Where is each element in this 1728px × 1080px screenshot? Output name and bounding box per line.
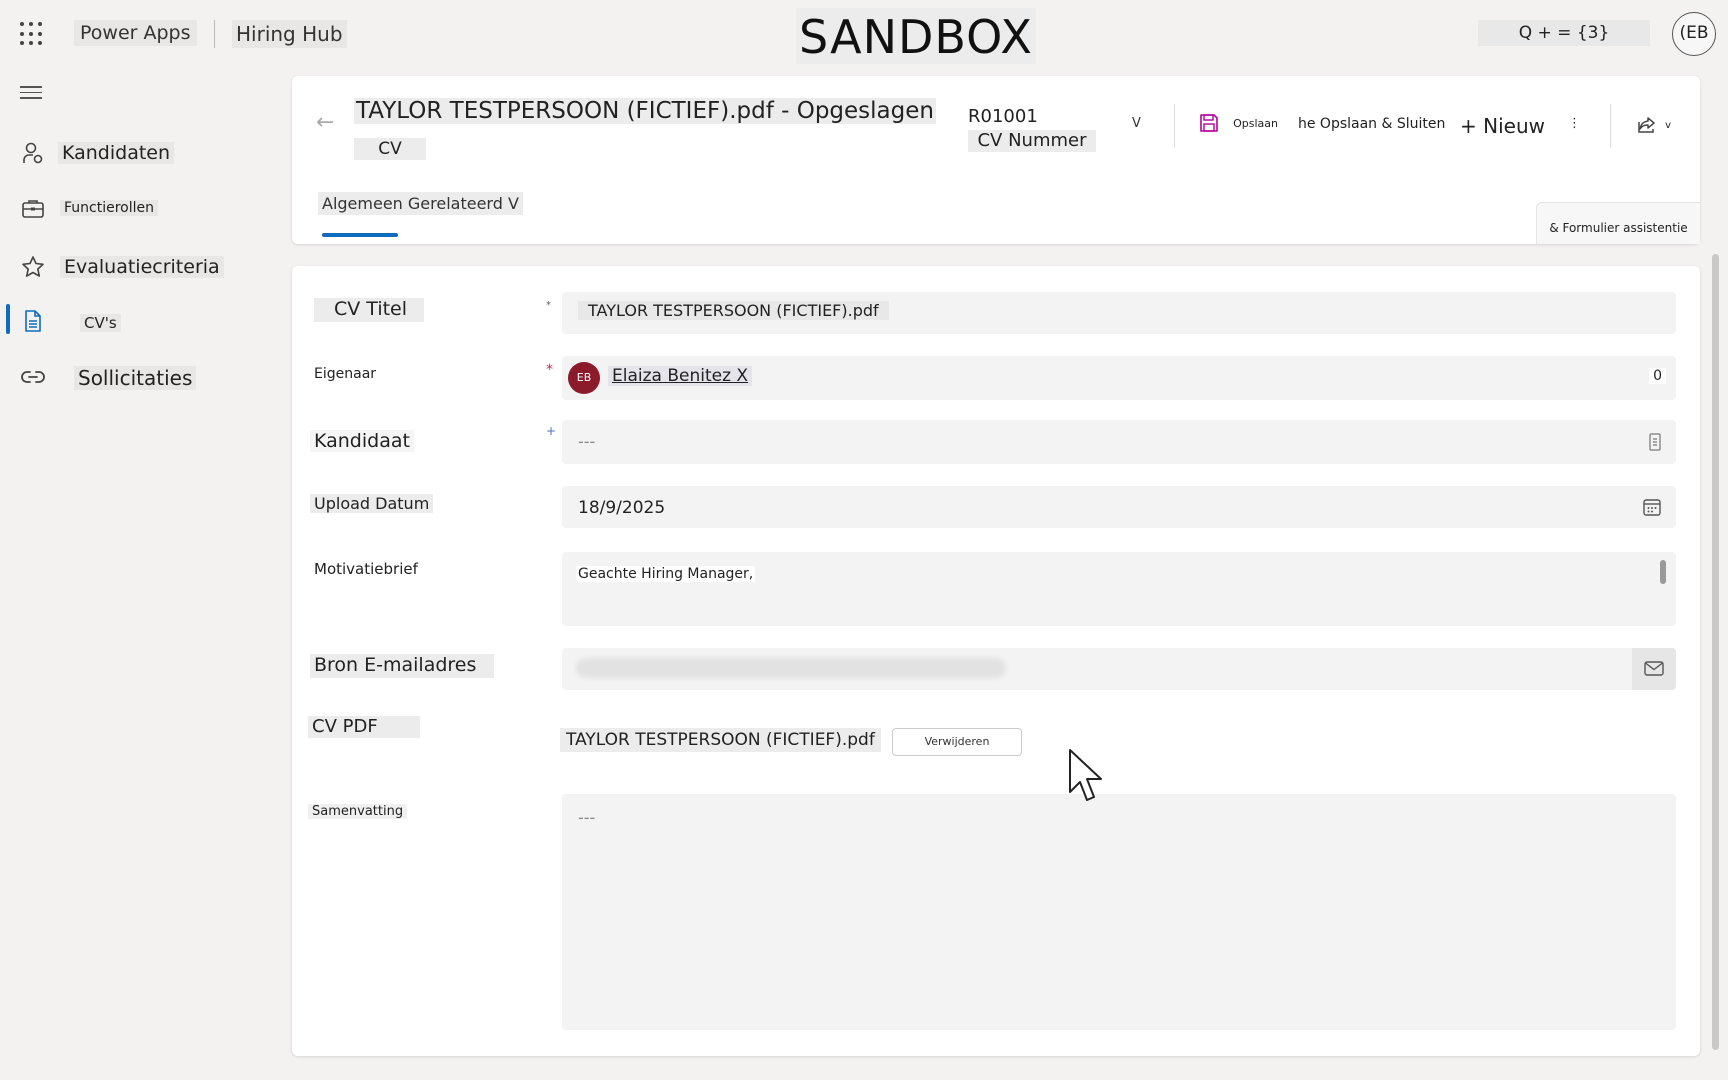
- summary-placeholder: ---: [578, 808, 596, 827]
- required-mark: +: [546, 424, 557, 438]
- summary-textarea[interactable]: ---: [562, 794, 1676, 1030]
- mail-icon: [1644, 661, 1664, 676]
- candidate-lookup[interactable]: ---: [562, 420, 1676, 464]
- lookup-icon[interactable]: [1646, 432, 1664, 452]
- textarea-scrollbar[interactable]: [1660, 560, 1666, 584]
- hub-name[interactable]: Hiring Hub: [232, 20, 347, 48]
- record-title: TAYLOR TESTPERSOON (FICTIEF).pdf - Opges…: [354, 98, 936, 124]
- sidebar-item-cvs[interactable]: CV's: [0, 302, 280, 342]
- owner-count: 0: [1649, 368, 1666, 384]
- candidate-placeholder: ---: [578, 432, 596, 451]
- mouse-cursor-icon: [1069, 749, 1102, 801]
- page-scrollbar[interactable]: [1712, 254, 1719, 1050]
- sidebar-item-label: Evaluatiecriteria: [60, 256, 224, 278]
- owner-label: Eigenaar: [314, 366, 377, 382]
- active-tab-indicator: [322, 233, 398, 237]
- tab-algemeen[interactable]: Algemeen Gerelateerd V: [318, 192, 523, 215]
- briefcase-icon: [22, 200, 44, 218]
- upload-date-label: Upload Datum: [310, 494, 434, 513]
- motivation-label: Motivatiebrief: [314, 560, 418, 578]
- motivation-value: Geachte Hiring Manager,: [576, 566, 756, 582]
- link-icon: [21, 371, 45, 383]
- sidebar-item-evaluatiecriteria[interactable]: Evaluatiecriteria: [0, 248, 280, 288]
- header-expand-chevron[interactable]: V: [1132, 116, 1141, 131]
- cv-title-field[interactable]: TAYLOR TESTPERSOON (FICTIEF).pdf: [562, 292, 1676, 334]
- save-and-close-button[interactable]: he Opslaan & Sluiten: [1298, 116, 1445, 132]
- form-assist-button[interactable]: & Formulier assistentie: [1536, 202, 1700, 244]
- send-email-button[interactable]: [1632, 648, 1676, 690]
- source-email-label: Bron E-mailadres: [310, 654, 494, 678]
- new-button[interactable]: + Nieuw: [1460, 114, 1545, 138]
- save-button[interactable]: Opslaan: [1198, 112, 1278, 134]
- save-label: Opslaan: [1233, 116, 1278, 130]
- sidebar-item-sollicitaties[interactable]: Sollicitaties: [0, 358, 280, 398]
- toolbar-divider: [1174, 104, 1175, 148]
- top-bar: Power Apps Hiring Hub SANDBOX Q + = {3} …: [0, 0, 1728, 68]
- form-card: CV Titel * TAYLOR TESTPERSOON (FICTIEF).…: [292, 266, 1700, 1056]
- cv-title-label: CV Titel: [314, 298, 424, 322]
- app-launcher-icon[interactable]: [20, 22, 44, 46]
- sidebar-item-functierollen[interactable]: Functierollen: [0, 190, 280, 230]
- record-id-label: CV Nummer: [968, 130, 1096, 152]
- document-icon: [25, 310, 41, 332]
- owner-avatar: EB: [568, 362, 600, 394]
- hamburger-menu-icon[interactable]: [20, 86, 42, 100]
- topbar-divider: [214, 20, 215, 48]
- source-email-field[interactable]: [562, 648, 1676, 690]
- share-chevron: v: [1665, 119, 1672, 131]
- form-assist-label: & Formulier assistentie: [1549, 221, 1688, 235]
- more-commands-icon[interactable]: ⋮: [1568, 116, 1581, 131]
- calendar-icon[interactable]: [1642, 497, 1662, 517]
- app-name[interactable]: Power Apps: [74, 20, 197, 46]
- share-button[interactable]: v: [1636, 114, 1671, 136]
- required-mark: *: [546, 300, 551, 311]
- owner-name-link[interactable]: Elaiza Benitez X: [608, 366, 753, 386]
- record-id: R01001: [968, 106, 1038, 127]
- sidebar-item-label: Kandidaten: [58, 142, 175, 164]
- record-entity: CV: [354, 138, 426, 160]
- user-avatar[interactable]: (EB: [1672, 12, 1716, 56]
- back-arrow-icon[interactable]: ←: [316, 110, 340, 135]
- record-header: ← TAYLOR TESTPERSOON (FICTIEF).pdf - Opg…: [292, 76, 1700, 244]
- owner-field[interactable]: EB Elaiza Benitez X 0: [562, 356, 1676, 400]
- star-icon: [22, 256, 44, 277]
- upload-date-field[interactable]: 18/9/2025: [562, 486, 1676, 528]
- required-mark: *: [546, 362, 553, 378]
- person-icon: [23, 142, 43, 164]
- save-icon: [1200, 114, 1218, 132]
- candidate-label: Kandidaat: [310, 430, 414, 452]
- sidebar-item-label: Functierollen: [60, 200, 159, 216]
- toolbar-divider: [1610, 104, 1611, 148]
- remove-file-button[interactable]: Verwijderen: [892, 728, 1022, 756]
- cv-title-value: TAYLOR TESTPERSOON (FICTIEF).pdf: [578, 301, 889, 320]
- sidebar-item-label: CV's: [80, 314, 121, 332]
- motivation-textarea[interactable]: Geachte Hiring Manager,: [562, 552, 1676, 626]
- sidebar-item-label: Sollicitaties: [74, 366, 197, 390]
- cv-pdf-label: CV PDF: [308, 716, 420, 738]
- cv-pdf-file-link[interactable]: TAYLOR TESTPERSOON (FICTIEF).pdf: [560, 728, 881, 752]
- summary-label: Samenvatting: [308, 804, 408, 819]
- search-box[interactable]: Q + = {3}: [1478, 20, 1650, 46]
- sidebar-item-kandidaten[interactable]: Kandidaten: [0, 134, 280, 174]
- redacted-email: [576, 658, 1006, 678]
- environment-badge: SANDBOX: [796, 8, 1036, 64]
- upload-date-value: 18/9/2025: [578, 498, 666, 518]
- share-icon: [1638, 117, 1655, 133]
